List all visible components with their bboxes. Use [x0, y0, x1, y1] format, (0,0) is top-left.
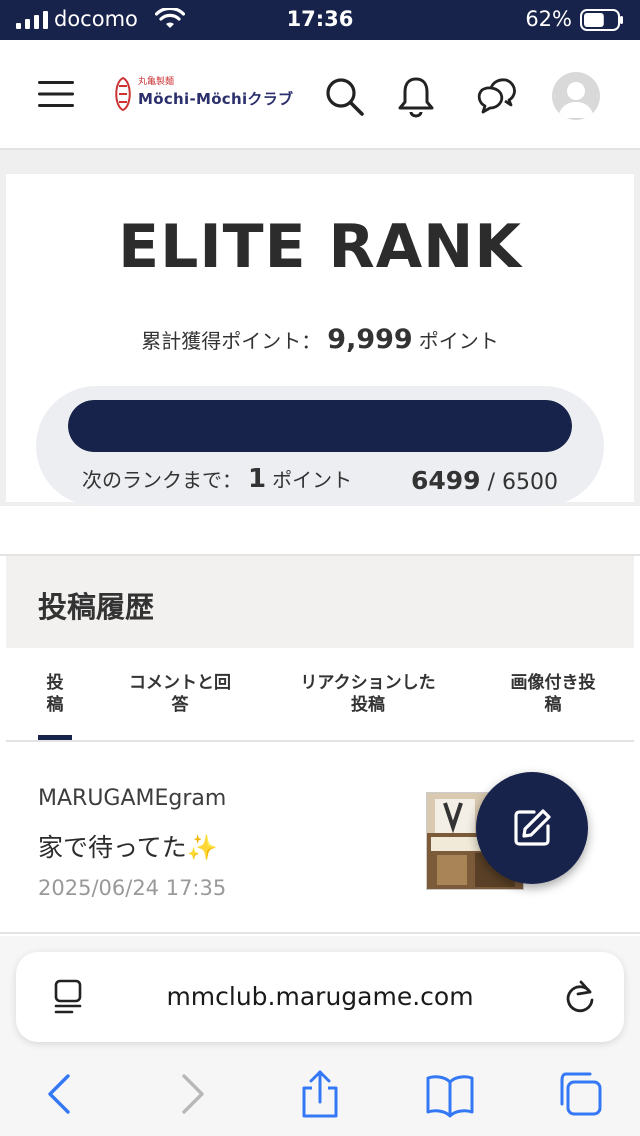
- menu-icon[interactable]: [36, 78, 76, 110]
- logo-subtitle: 丸亀製麺: [138, 77, 175, 87]
- brand-logo[interactable]: 丸亀製麺 Möchi-Möchiクラブ: [110, 74, 294, 118]
- post-text: 家で待ってた✨: [38, 833, 218, 862]
- progress-separator: /: [487, 470, 495, 495]
- battery-icon: [580, 9, 623, 31]
- status-bar: docomo 17:36 62%: [0, 0, 640, 40]
- chat-icon[interactable]: [474, 74, 518, 118]
- rank-card: ELITE RANK 累計獲得ポイント： 9,999 ポイント 次のランクまで： 1 ポ…: [6, 174, 634, 506]
- post-history-header: 投稿履歴: [6, 556, 634, 648]
- progress-max: 6500: [502, 470, 558, 495]
- tab-posts[interactable]: 投稿: [36, 672, 74, 716]
- rank-section: ELITE RANK 累計獲得ポイント： 9,999 ポイント 次のランクまで： 1 ポ…: [0, 150, 640, 506]
- url-text[interactable]: mmclub.marugame.com: [16, 982, 624, 1011]
- logo-title: Möchi-Möchiクラブ: [138, 90, 294, 108]
- address-bar[interactable]: mmclub.marugame.com: [16, 952, 624, 1042]
- post-tabs: 投稿 コメントと回答 リアクションした 投稿 画像付き投稿: [6, 648, 634, 742]
- tab-reactions[interactable]: リアクションした 投稿: [282, 672, 454, 716]
- avatar[interactable]: [552, 72, 600, 120]
- progress-bar-fill: [68, 400, 572, 452]
- next-rank-unit: ポイント: [272, 468, 353, 492]
- bell-icon[interactable]: [394, 74, 438, 118]
- rank-title: ELITE RANK: [118, 212, 522, 282]
- reload-icon[interactable]: [562, 978, 598, 1016]
- app-header: 丸亀製麺 Möchi-Möchiクラブ: [0, 40, 640, 150]
- tab-image-posts[interactable]: 画像付き投稿: [494, 672, 612, 716]
- post-username[interactable]: MARUGAMEgram: [38, 786, 226, 811]
- section-spacer: [0, 506, 640, 554]
- total-points: 累計獲得ポイント： 9,999 ポイント: [6, 324, 634, 355]
- forward-icon[interactable]: [168, 1070, 216, 1118]
- next-rank-value: 1: [248, 464, 267, 494]
- tab-comments[interactable]: コメントと回答: [110, 672, 250, 716]
- tabs-icon[interactable]: [556, 1070, 604, 1118]
- progress-bar: [68, 400, 572, 452]
- tab-active-indicator: [38, 735, 72, 740]
- rank-progress: 次のランクまで： 1 ポイント 6499 / 6500: [36, 386, 604, 506]
- next-rank-label: 次のランクまで：: [82, 468, 242, 492]
- logo-mark-icon: [115, 76, 131, 112]
- share-icon[interactable]: [296, 1070, 344, 1118]
- post-date: 2025/06/24 17:35: [38, 876, 227, 900]
- progress-current: 6499: [410, 466, 481, 495]
- search-icon[interactable]: [322, 74, 366, 118]
- edit-icon: [514, 809, 551, 846]
- new-post-button[interactable]: [476, 772, 588, 884]
- total-points-label: 累計獲得ポイント：: [141, 329, 322, 353]
- next-rank: 次のランクまで： 1 ポイント: [82, 464, 352, 494]
- total-points-unit: ポイント: [418, 329, 499, 353]
- browser-toolbar: mmclub.marugame.com: [0, 936, 640, 1136]
- post-history-title: 投稿履歴: [38, 590, 155, 624]
- avatar-icon: [558, 82, 594, 118]
- total-points-value: 9,999: [327, 324, 413, 355]
- back-icon[interactable]: [36, 1070, 84, 1118]
- battery-percent: 62%: [525, 7, 572, 31]
- progress-count: 6499 / 6500: [411, 466, 558, 495]
- bookmarks-icon[interactable]: [426, 1070, 474, 1118]
